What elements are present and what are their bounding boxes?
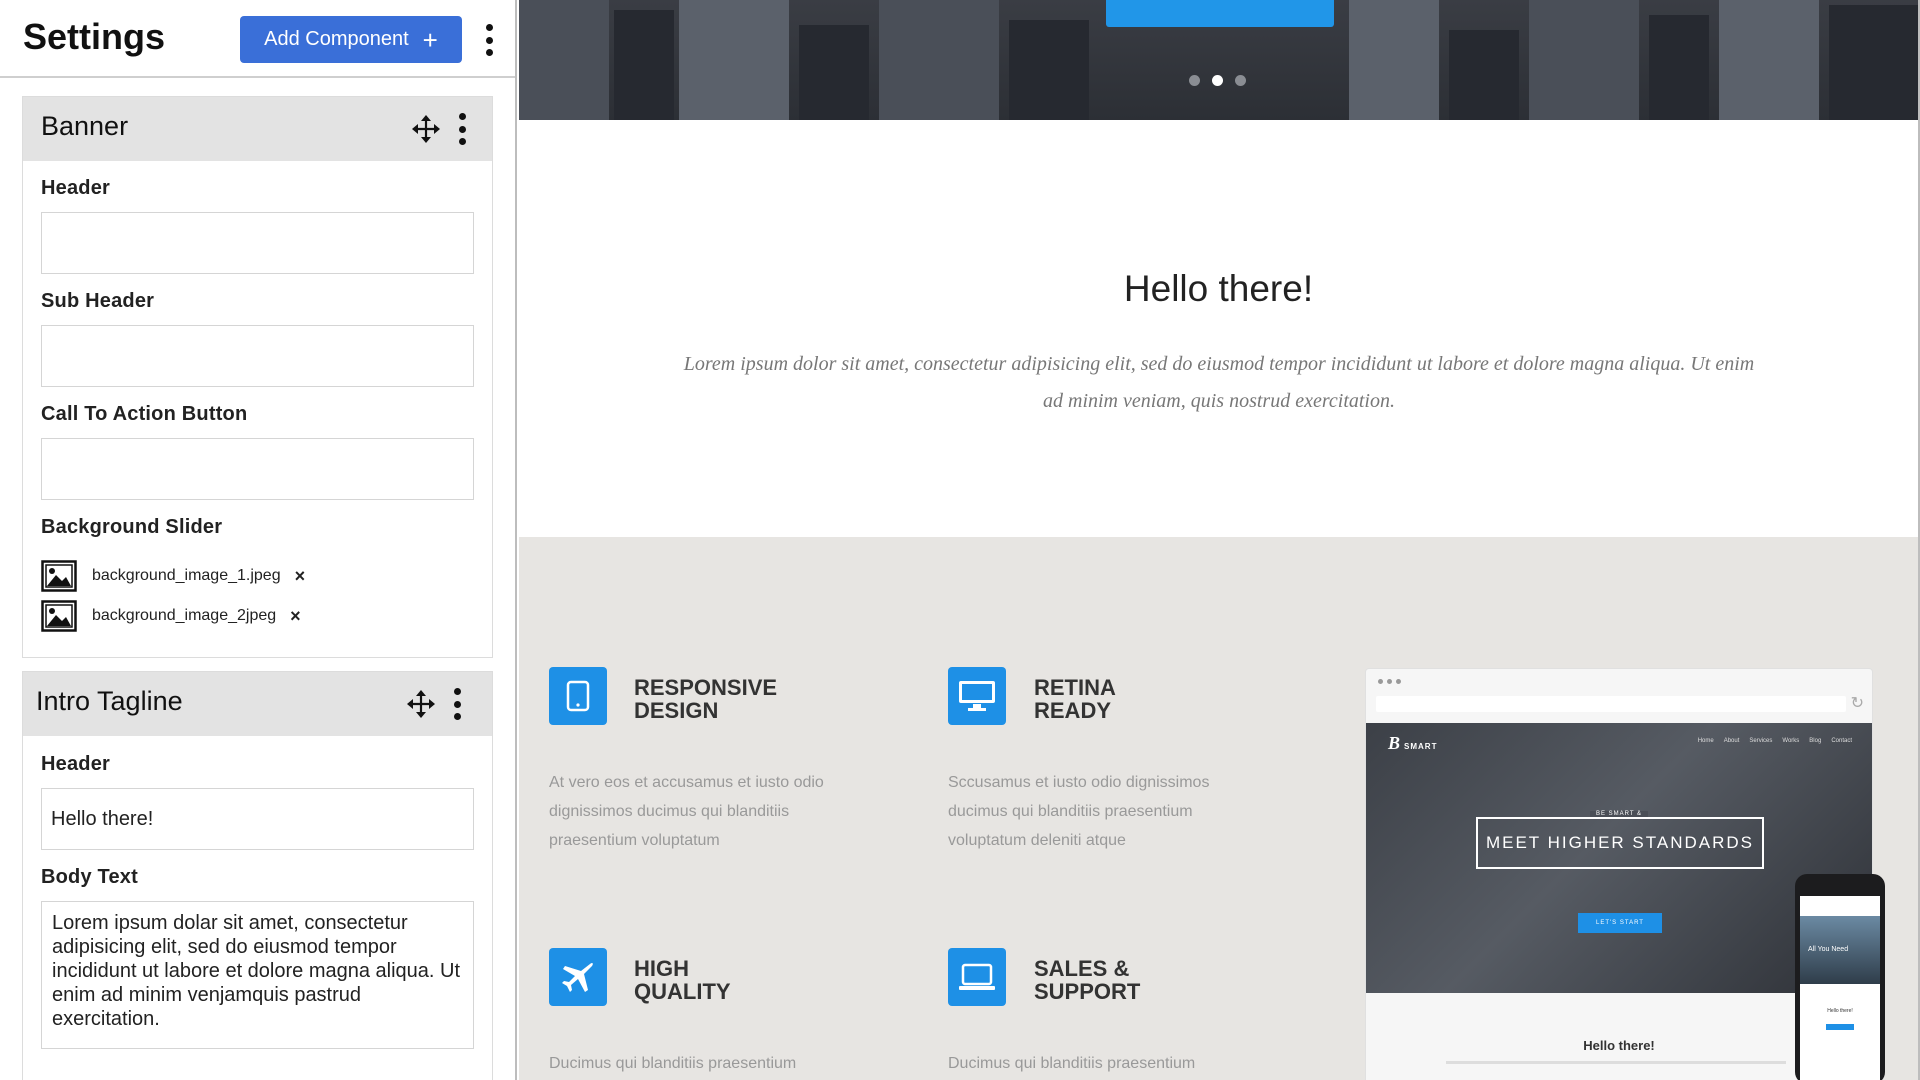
mock-headline: MEET HIGHER STANDARDS [1476,817,1764,869]
banner-title: Banner [41,111,129,141]
mock-nav: Home About Services Works Blog Contact [1697,738,1852,744]
feature-text: Ducimus qui blanditiis praesentium [948,1055,1196,1072]
background-slider-label: Background Slider [41,516,223,538]
mock-lorem-line [1446,1061,1786,1064]
feature-title-line2: QUALITY [634,979,731,1004]
feature-title-line2: DESIGN [634,698,719,723]
banner-subheader-label: Sub Header [41,290,155,312]
feature-text: Sccusamus et iusto odio dignissimos duci… [948,774,1210,849]
hero-cta-button[interactable] [1106,0,1334,27]
intro-card-header: Intro Tagline [23,672,492,736]
remove-file-icon[interactable]: × [290,606,301,627]
body-text-label: Body Text [41,866,138,888]
move-icon[interactable] [411,114,441,144]
slider-file-name: background_image_1.jpeg [92,567,281,584]
feature-text: Ducimus qui blanditiis praesentium [549,1055,797,1072]
feature-title-line2: SUPPORT [1034,979,1141,1004]
feature-title: SALES & SUPPORT [1034,957,1234,1003]
banner-card: Banner Header Sub Header Call To Action … [22,96,493,658]
feature-title-line1: SALES & [1034,956,1130,981]
intro-title: Intro Tagline [36,686,183,716]
settings-panel: Settings Add Component + Banner Header S… [0,0,517,1080]
image-file-icon [41,560,77,592]
move-icon[interactable] [406,689,436,719]
preview-intro-body: Lorem ipsum dolor sit amet, consectetur … [683,353,1755,412]
remove-file-icon[interactable]: × [295,566,306,587]
slider-file-name: background_image_2jpeg [92,607,277,624]
add-component-button[interactable]: Add Component + [240,16,462,63]
feature-text: At vero eos et accusamus et iusto odio d… [549,774,824,849]
body-text-textarea[interactable]: Lorem ipsum dolar sit amet, consectetur … [41,901,474,1049]
banner-more-icon[interactable] [457,113,467,145]
feature-title: RETINA READY [1034,676,1234,722]
reload-icon: ↻ [1850,695,1864,712]
settings-more-icon[interactable] [484,24,494,56]
slider-dot[interactable] [1235,75,1246,86]
phone-mockup-image: All You Need Hello there! [1795,874,1885,1080]
image-file-icon [41,600,77,632]
mock-cta: LET'S START [1578,913,1662,933]
hero-banner [519,0,1918,120]
monitor-icon [948,667,1006,725]
slider-dot[interactable] [1189,75,1200,86]
feature-title: RESPONSIVE DESIGN [634,676,834,722]
slider-dots [1189,75,1246,86]
site-preview: Hello there! Lorem ipsum dolor sit amet,… [519,0,1920,1080]
laptop-icon [948,948,1006,1006]
tablet-icon [549,667,607,725]
banner-subheader-input[interactable] [41,325,474,387]
mock-url-bar [1376,696,1846,712]
intro-more-icon[interactable] [452,688,462,720]
slider-file-item: background_image_1.jpeg × [41,559,305,593]
banner-card-header: Banner [23,97,492,161]
airplane-icon [549,948,607,1006]
intro-header-label: Header [41,753,111,775]
mock-logo: B SMART [1388,733,1438,753]
feature-title: HIGH QUALITY [634,957,834,1003]
settings-title: Settings [23,16,166,57]
preview-intro-title: Hello there! [1123,268,1314,309]
feature-title-line1: RETINA [1034,675,1116,700]
add-component-label: Add Component [264,28,409,50]
banner-header-label: Header [41,177,111,199]
feature-title-line2: READY [1034,698,1112,723]
slider-dot-active[interactable] [1212,75,1223,86]
intro-header-input[interactable] [41,788,474,850]
window-dots-icon [1378,679,1401,684]
slider-file-item: background_image_2jpeg × [41,599,301,633]
banner-header-input[interactable] [41,212,474,274]
feature-title-line1: HIGH [634,956,689,981]
cta-button-label: Call To Action Button [41,403,248,425]
feature-title-line1: RESPONSIVE [634,675,778,700]
intro-tagline-card: Intro Tagline Header Body Text Lorem ips… [22,671,493,1080]
plus-icon: + [422,24,438,55]
settings-toolbar: Settings Add Component + [0,0,515,78]
cta-button-input[interactable] [41,438,474,500]
